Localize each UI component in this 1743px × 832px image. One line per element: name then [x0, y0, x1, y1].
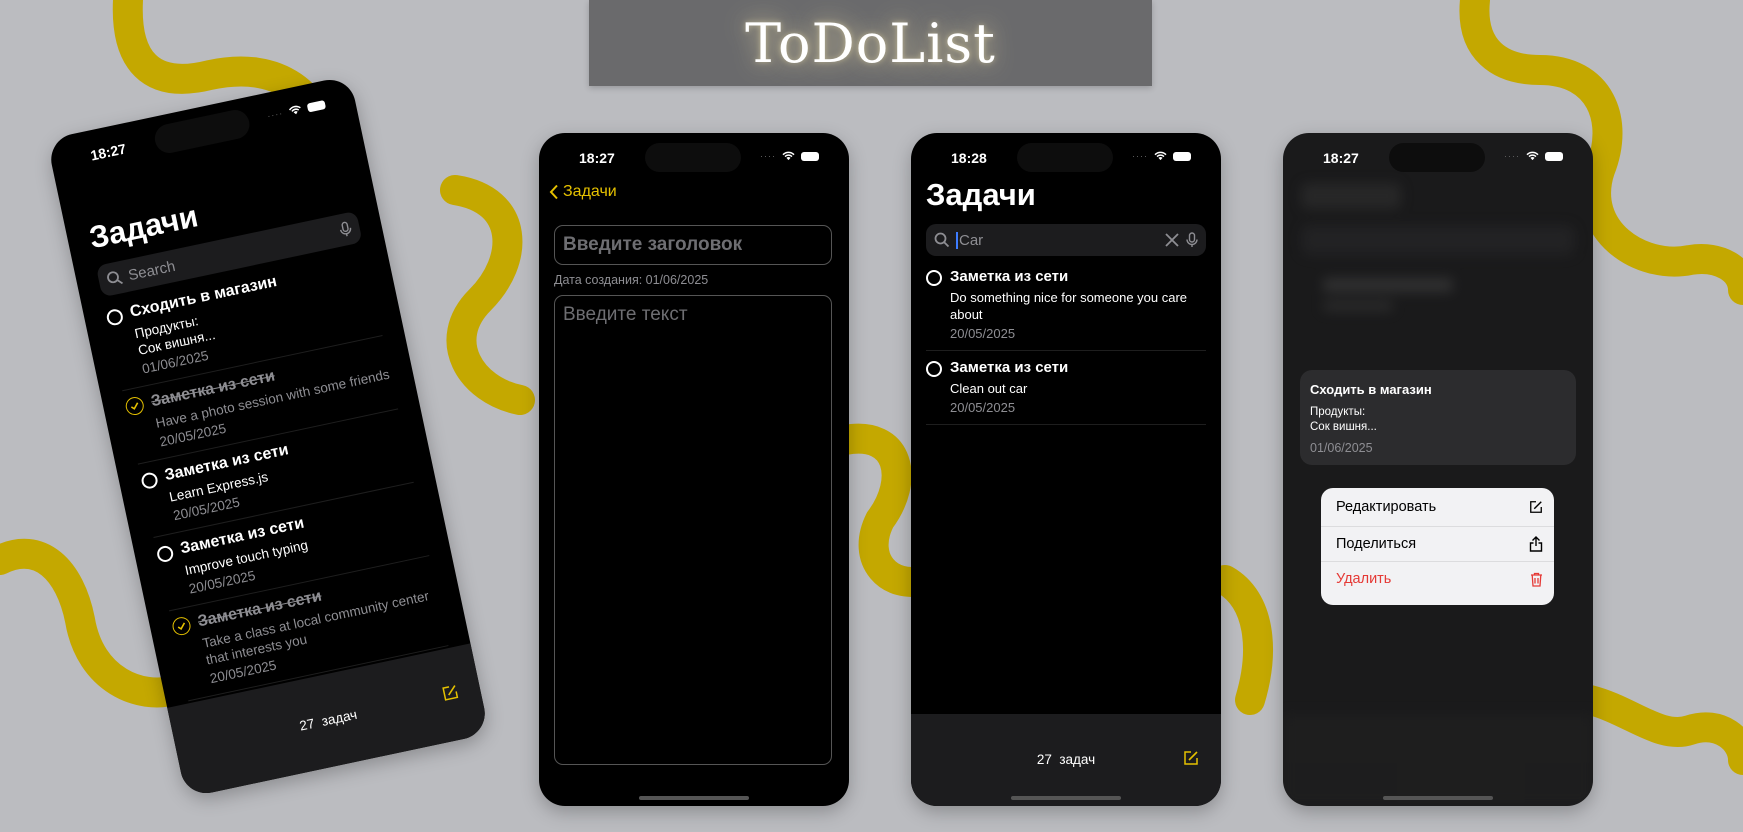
cellular-icon: ···· — [266, 107, 285, 122]
task-body: Do something nice for someone you care a… — [950, 290, 1188, 322]
text-placeholder: Введите текст — [563, 304, 688, 325]
compose-icon[interactable] — [1183, 750, 1199, 766]
home-indicator — [639, 796, 749, 800]
phone-task-editor: 18:27 ···· Задачи Введите заголовок Дата… — [539, 133, 849, 806]
title-placeholder: Введите заголовок — [563, 234, 743, 255]
task-checkbox-checked[interactable] — [170, 615, 193, 637]
status-bar: 18:27 ···· — [1283, 133, 1593, 173]
battery-icon — [306, 99, 327, 113]
task-title: Заметка из сети — [950, 359, 1069, 376]
back-button[interactable]: Задачи — [549, 183, 617, 201]
status-time: 18:27 — [579, 150, 615, 166]
share-icon — [1529, 536, 1543, 552]
cellular-icon: ···· — [1504, 151, 1520, 161]
dynamic-island — [1389, 143, 1485, 172]
title-banner: ToDoList — [589, 0, 1152, 86]
chevron-left-icon — [549, 184, 558, 200]
preview-title: Сходить в магазин — [1310, 382, 1432, 397]
clear-icon[interactable] — [1164, 232, 1180, 248]
search-icon — [934, 232, 950, 248]
microphone-icon[interactable] — [338, 220, 353, 238]
task-count: 27 задач — [911, 752, 1221, 767]
task-item[interactable]: Заметка из сети Clean out car 20/05/2025 — [926, 351, 1206, 425]
wifi-icon — [288, 105, 301, 115]
cellular-icon: ···· — [760, 151, 776, 161]
search-bar[interactable]: Car — [926, 224, 1206, 256]
blurred-background — [1283, 133, 1593, 806]
task-checkbox[interactable] — [926, 270, 942, 286]
context-menu: Редактировать Поделиться Удалить — [1321, 488, 1554, 605]
status-bar: 18:28 ···· — [911, 133, 1221, 173]
task-date: 20/05/2025 — [950, 326, 1016, 341]
search-icon — [107, 271, 123, 285]
app-title: ToDoList — [745, 11, 996, 75]
task-date: 20/05/2025 — [950, 400, 1016, 415]
wifi-icon — [1154, 151, 1167, 161]
task-checkbox[interactable] — [155, 544, 175, 564]
creation-date: Дата создания: 01/06/2025 — [554, 273, 709, 287]
dynamic-island — [645, 143, 741, 172]
wifi-icon — [1526, 151, 1539, 161]
task-body: Clean out car — [950, 381, 1028, 396]
task-count-number: 27 — [298, 715, 317, 734]
cellular-icon: ···· — [1132, 151, 1148, 161]
menu-item-share[interactable]: Поделиться — [1321, 527, 1554, 562]
dynamic-island — [152, 107, 253, 156]
dynamic-island — [1017, 143, 1113, 172]
page-title: Задачи — [926, 177, 1036, 212]
bottom-toolbar: 27 задач — [911, 714, 1221, 806]
status-time: 18:27 — [89, 140, 128, 164]
menu-item-edit[interactable]: Редактировать — [1321, 488, 1554, 527]
menu-delete-label: Удалить — [1336, 571, 1392, 587]
menu-edit-label: Редактировать — [1336, 499, 1437, 515]
task-count-label: задач — [320, 706, 359, 729]
task-checkbox[interactable] — [140, 471, 160, 491]
status-time: 18:27 — [1323, 150, 1359, 166]
search-results-list: Заметка из сети Do something nice for so… — [926, 260, 1206, 425]
task-checkbox[interactable] — [926, 361, 942, 377]
task-preview-card: Сходить в магазин Продукты: Сок вишня...… — [1300, 370, 1576, 465]
title-field[interactable]: Введите заголовок — [554, 225, 832, 265]
microphone-icon[interactable] — [1186, 232, 1198, 248]
text-field[interactable]: Введите текст — [554, 295, 832, 765]
task-count-label: задач — [1059, 752, 1096, 767]
home-indicator — [1383, 796, 1493, 800]
wifi-icon — [782, 151, 795, 161]
task-checkbox[interactable] — [105, 307, 125, 327]
task-item[interactable]: Заметка из сети Do something nice for so… — [926, 260, 1206, 351]
task-title: Заметка из сети — [950, 268, 1069, 285]
phone-context-menu: 18:27 ···· Сходить в магазин Продукты: С… — [1283, 133, 1593, 806]
home-indicator — [1011, 796, 1121, 800]
menu-share-label: Поделиться — [1336, 536, 1417, 552]
compose-icon[interactable] — [441, 683, 460, 702]
status-time: 18:28 — [951, 150, 987, 166]
preview-body: Продукты: Сок вишня... — [1310, 406, 1377, 433]
task-count-number: 27 — [1036, 752, 1052, 767]
search-input[interactable]: Car — [956, 231, 1158, 249]
menu-item-delete[interactable]: Удалить — [1321, 562, 1554, 596]
battery-icon — [1173, 151, 1191, 161]
battery-icon — [801, 151, 819, 161]
trash-icon — [1531, 572, 1542, 587]
preview-date: 01/06/2025 — [1310, 441, 1373, 455]
phone-search-results: 18:28 ···· Задачи Car Заметка из сети Do… — [911, 133, 1221, 806]
back-label: Задачи — [563, 183, 617, 200]
task-checkbox-checked[interactable] — [124, 395, 146, 417]
battery-icon — [1545, 151, 1563, 161]
edit-icon — [1530, 501, 1542, 513]
status-bar: 18:27 ···· — [539, 133, 849, 173]
checkmark-icon — [177, 622, 186, 630]
checkmark-icon — [130, 402, 139, 410]
